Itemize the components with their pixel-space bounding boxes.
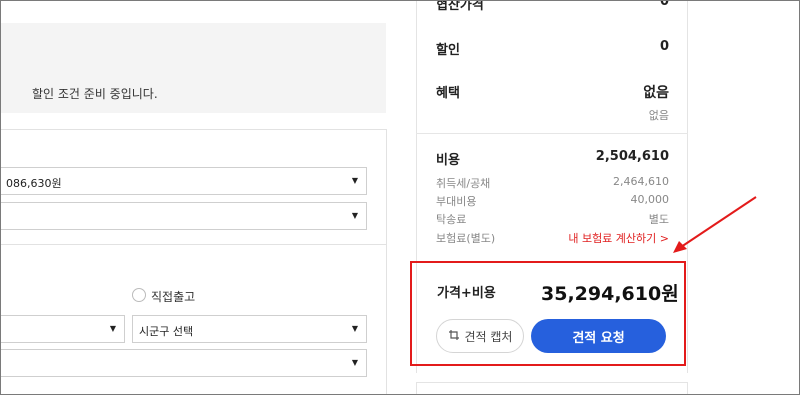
discount-value: 0 xyxy=(659,39,669,54)
next-card-edge xyxy=(416,382,688,394)
capture-quote-label: 견적 캡처 xyxy=(464,329,513,344)
option-select-2[interactable]: ▼ xyxy=(1,202,367,230)
partial-price-label: 협찬가격 xyxy=(436,0,484,13)
price-option-value: 086,630원 xyxy=(6,177,62,190)
crop-icon xyxy=(448,329,460,344)
direct-delivery-label: 직접출고 xyxy=(151,290,196,304)
discount-notice-text: 할인 조건 준비 중입니다. xyxy=(32,87,158,101)
page-frame: 할인 조건 준비 중입니다. 086,630원 ▼ ▼ 직접출고 ▼ 시군구 선… xyxy=(0,0,800,395)
capture-quote-button[interactable]: 견적 캡처 xyxy=(436,319,524,353)
total-label: 가격+비용 xyxy=(437,286,496,301)
sigungu-select[interactable]: 시군구 선택 ▼ xyxy=(132,315,367,343)
chevron-down-icon: ▼ xyxy=(351,211,358,220)
cost-value: 2,504,610 xyxy=(595,149,669,164)
insurance-calc-link[interactable]: 내 보험료 계산하기 > xyxy=(568,230,669,246)
total-value: 35,294,610원 xyxy=(541,283,679,305)
discount-notice-box: 할인 조건 준비 중입니다. xyxy=(1,23,386,113)
direct-delivery-radio[interactable] xyxy=(132,288,146,302)
chevron-down-icon: ▼ xyxy=(351,324,358,333)
summary-divider xyxy=(416,133,688,134)
cost-item-label: 취득세/공채 xyxy=(436,177,491,190)
price-option-select[interactable]: 086,630원 ▼ xyxy=(1,167,367,195)
benefit-sub-value: 없음 xyxy=(648,109,669,122)
options-divider xyxy=(1,244,387,245)
cost-item-label: 보험료(별도) xyxy=(436,232,496,245)
chevron-down-icon: ▼ xyxy=(351,358,358,367)
discount-label: 할인 xyxy=(436,43,460,58)
request-quote-label: 견적 요청 xyxy=(572,330,625,346)
cost-item-label: 부대비용 xyxy=(436,195,477,208)
partial-price-value: 0 xyxy=(659,0,669,9)
benefit-value: 없음 xyxy=(643,85,669,101)
chevron-down-icon: ▼ xyxy=(351,176,358,185)
annotation-arrow-icon xyxy=(673,196,757,253)
benefit-label: 혜택 xyxy=(436,86,460,101)
dealer-select[interactable]: ▼ xyxy=(1,349,367,377)
cost-label: 비용 xyxy=(436,153,460,168)
cost-item-label: 탁송료 xyxy=(436,213,467,226)
chevron-down-icon: ▼ xyxy=(109,324,116,333)
sigungu-select-value: 시군구 선택 xyxy=(139,325,194,338)
request-quote-button[interactable]: 견적 요청 xyxy=(531,319,666,353)
sido-select[interactable]: ▼ xyxy=(1,315,125,343)
cost-item-value: 2,464,610 xyxy=(613,175,669,188)
